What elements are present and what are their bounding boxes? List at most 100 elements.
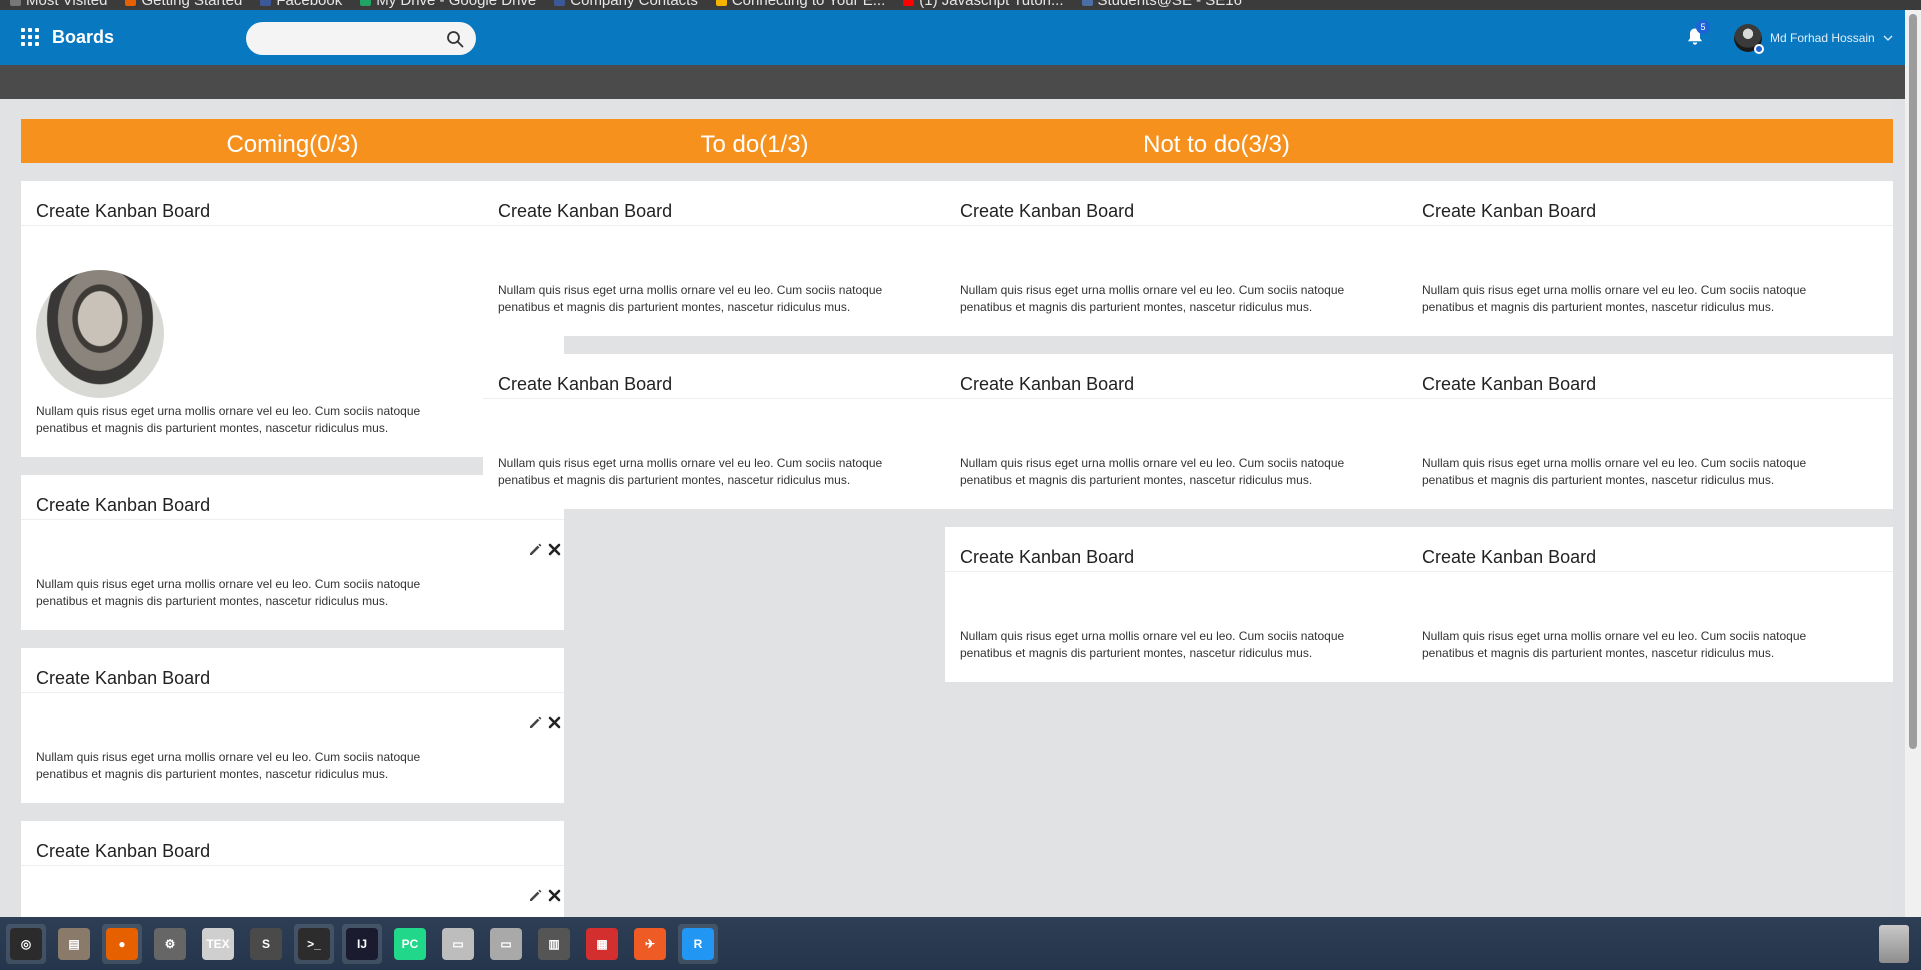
bookmark-item[interactable]: (1) Javascript Tutori...	[903, 0, 1064, 9]
column-title: Coming(0/3)	[226, 131, 359, 158]
terminal-icon[interactable]: >_	[294, 924, 334, 964]
card-actions	[528, 715, 562, 730]
trash-icon[interactable]	[1879, 925, 1909, 963]
firefox-icon-glyph: ●	[106, 928, 138, 960]
bookmark-item[interactable]: My Drive - Google Drive	[360, 0, 536, 9]
drive-2-icon[interactable]: ▭	[486, 924, 526, 964]
card-description: Nullam quis risus eget urna mollis ornar…	[1422, 456, 1807, 487]
bookmark-label: Company Contacts	[570, 0, 698, 9]
chevron-down-icon[interactable]	[1883, 33, 1893, 43]
sublime-text-icon[interactable]: S	[246, 924, 286, 964]
apps-grid-icon-glyph: ▦	[586, 928, 618, 960]
bookmark-item[interactable]: Most Visited	[10, 0, 107, 9]
bookmark-favicon-icon	[1081, 0, 1093, 6]
avatar	[1734, 24, 1764, 54]
bookmark-favicon-icon	[125, 0, 137, 6]
firefox-icon[interactable]: ●	[102, 924, 142, 964]
postman-icon[interactable]: ✈	[630, 924, 670, 964]
settings-icon[interactable]: ⚙	[150, 924, 190, 964]
terminal-icon-glyph: >_	[298, 928, 330, 960]
bookmarks-bar: Most Visited Getting Started Facebook My Dr…	[0, 0, 1921, 10]
bookmark-item[interactable]: Students@SE - SE16	[1081, 0, 1242, 9]
card-description: Nullam quis risus eget urna mollis ornar…	[960, 283, 1345, 314]
edit-pencil-icon[interactable]	[528, 888, 543, 903]
bookmark-favicon-icon	[360, 0, 372, 6]
search-box[interactable]	[246, 22, 476, 55]
server-icon[interactable]: ▥	[534, 924, 574, 964]
texstudio-icon-glyph: TEX	[202, 928, 234, 960]
kanban-card[interactable]: Create Kanban Board Nullam quis risus ege…	[1407, 181, 1893, 336]
bookmark-favicon-icon	[10, 0, 21, 6]
kanban-card[interactable]: Create Kanban BoardNullam quis risus ege…	[21, 648, 564, 803]
delete-x-icon[interactable]	[547, 888, 562, 903]
taskbar-apps: ◎ ▤ ● ⚙ TEX S >_ IJ PC ▭ ▭ ▥ ▦ ✈ R	[6, 924, 718, 964]
delete-x-icon[interactable]	[547, 542, 562, 557]
pycharm-icon-glyph: PC	[394, 928, 426, 960]
pycharm-icon[interactable]: PC	[390, 924, 430, 964]
bookmark-item[interactable]: Getting Started	[125, 0, 242, 9]
postman-icon-glyph: ✈	[634, 928, 666, 960]
card-description: Nullam quis risus eget urna mollis ornar…	[1422, 283, 1807, 314]
server-icon-glyph: ▥	[538, 928, 570, 960]
kanban-board: Coming(0/3) Create Kanban Board Nullam qui…	[0, 99, 1893, 917]
texstudio-icon[interactable]: TEX	[198, 924, 238, 964]
search-icon[interactable]	[446, 30, 464, 48]
kanban-card[interactable]: Create Kanban BoardNullam quis risus ege…	[21, 821, 564, 917]
drive-2-icon-glyph: ▭	[490, 928, 522, 960]
kanban-card[interactable]: Create Kanban Board Nullam quis risus ege…	[1407, 354, 1893, 509]
card-description: Nullam quis risus eget urna mollis ornar…	[1422, 629, 1807, 660]
bookmark-label: My Drive - Google Drive	[376, 0, 537, 9]
card-body: Nullam quis risus eget urna mollis ornar…	[21, 866, 564, 917]
search-input[interactable]	[260, 29, 435, 49]
bookmark-item[interactable]: Company Contacts	[554, 0, 698, 9]
card-body: Nullam quis risus eget urna mollis ornar…	[1407, 226, 1893, 336]
files-icon[interactable]: ▤	[54, 924, 94, 964]
bookmark-item[interactable]: Connecting to Your E...	[715, 0, 885, 9]
intellij-icon[interactable]: IJ	[342, 924, 382, 964]
page-scrollbar[interactable]	[1905, 10, 1921, 917]
rambox-icon[interactable]: R	[678, 924, 718, 964]
scrollbar-thumb[interactable]	[1909, 14, 1917, 749]
app-title: Boards	[52, 27, 115, 47]
delete-x-icon[interactable]	[547, 715, 562, 730]
bookmark-label: Facebook	[276, 0, 343, 9]
notification-count-badge: 5	[1696, 20, 1710, 34]
bookmark-label: Most Visited	[26, 0, 108, 9]
drive-icon[interactable]: ▭	[438, 924, 478, 964]
bookmark-label: Students@SE - SE16	[1097, 0, 1242, 9]
card-description: Nullam quis risus eget urna mollis ornar…	[960, 456, 1345, 487]
card-body: Nullam quis risus eget urna mollis ornar…	[21, 693, 564, 803]
card-body: Nullam quis risus eget urna mollis ornar…	[1407, 399, 1893, 509]
bookmark-item[interactable]: Facebook	[260, 0, 342, 9]
card-description: Nullam quis risus eget urna mollis ornar…	[498, 283, 883, 314]
card-actions	[528, 542, 562, 557]
user-menu[interactable]: Md Forhad Hossain	[1734, 24, 1893, 54]
toolbar-strip	[0, 65, 1905, 99]
apps-grid-icon[interactable]: ▦	[582, 924, 622, 964]
card-title: Create Kanban Board	[1407, 181, 1893, 226]
edit-pencil-icon[interactable]	[528, 542, 543, 557]
column-title: Not to do(3/3)	[1143, 131, 1290, 158]
card-description: Nullam quis risus eget urna mollis ornar…	[36, 577, 421, 608]
card-title: Create Kanban Board	[1407, 527, 1893, 572]
user-name: Md Forhad Hossain	[1770, 31, 1875, 45]
card-actions	[528, 888, 562, 903]
kanban-card[interactable]: Create Kanban Board Nullam quis risus ege…	[1407, 527, 1893, 682]
card-body: Nullam quis risus eget urna mollis ornar…	[21, 520, 564, 630]
ubuntu-dash-icon[interactable]: ◎	[6, 924, 46, 964]
card-description: Nullam quis risus eget urna mollis ornar…	[498, 456, 883, 487]
apps-grid-icon[interactable]	[21, 28, 39, 46]
settings-icon-glyph: ⚙	[154, 928, 186, 960]
card-title: Create Kanban Board	[1407, 354, 1893, 399]
card-title: Create Kanban Board	[21, 821, 564, 866]
column-header	[1407, 119, 1893, 163]
card-title: Create Kanban Board	[21, 648, 564, 693]
os-taskbar: ◎ ▤ ● ⚙ TEX S >_ IJ PC ▭ ▭ ▥ ▦ ✈ R	[0, 917, 1921, 970]
edit-pencil-icon[interactable]	[528, 715, 543, 730]
files-icon-glyph: ▤	[58, 928, 90, 960]
bookmark-label: (1) Javascript Tutori...	[919, 0, 1064, 9]
column-title: To do(1/3)	[700, 131, 809, 158]
board-column: Create Kanban Board Nullam quis risus ege…	[1407, 119, 1893, 682]
ubuntu-dash-icon-glyph: ◎	[10, 928, 42, 960]
intellij-icon-glyph: IJ	[346, 928, 378, 960]
